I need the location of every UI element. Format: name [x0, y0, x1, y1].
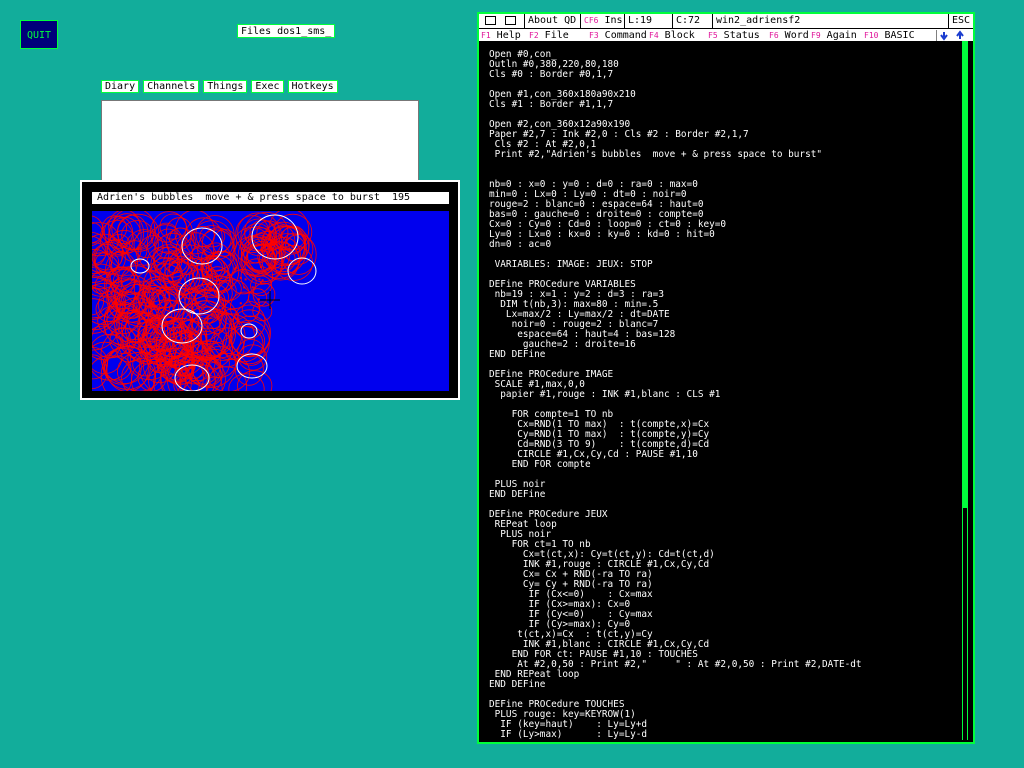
insert-label: Ins [604, 15, 623, 26]
insert-mode-button[interactable]: CF6 Ins [580, 14, 624, 28]
fkey-help[interactable]: F1 Help [481, 29, 521, 42]
hotkey-tabs: Diary Channels Things Exec Hotkeys [101, 80, 338, 93]
fkey-basic[interactable]: F10 BASIC [864, 29, 915, 42]
bubble-fragment [260, 266, 262, 269]
fkey-basic-key: F10 [864, 31, 879, 40]
fkey-block-key: F4 [649, 31, 659, 40]
fkey-word-key: F6 [769, 31, 779, 40]
editor-toolbar: About QD CF6 Ins L:19 C:72 win2_adriensf… [479, 14, 973, 28]
scroll-arrows-icon[interactable] [936, 30, 972, 41]
fkey-status[interactable]: F5 Status [708, 29, 760, 42]
bubbles-graphic [92, 211, 317, 391]
fkey-command-key: F3 [589, 31, 599, 40]
escape-button[interactable]: ESC [948, 14, 973, 28]
bubble-fragment [243, 286, 246, 289]
bubble-outline [92, 355, 133, 391]
fkey-status-key: F5 [708, 31, 718, 40]
fkey-again-key: F9 [811, 31, 821, 40]
tab-diary[interactable]: Diary [101, 80, 140, 93]
bubbles-canvas[interactable] [92, 211, 449, 391]
fkey-word-label: Word [784, 30, 809, 41]
tab-exec[interactable]: Exec [251, 80, 284, 93]
tab-hotkeys[interactable]: Hotkeys [287, 80, 338, 93]
fkey-word[interactable]: F6 Word [769, 29, 809, 42]
quit-button[interactable]: QUIT [20, 20, 58, 49]
fkey-help-label: Help [496, 30, 521, 41]
bubble-highlight [287, 257, 317, 285]
fkey-file-key: F2 [529, 31, 539, 40]
fkey-file-label: File [544, 30, 569, 41]
bubble-fragment [257, 298, 260, 301]
bubbles-title: Adrien's bubbles move + & press space to… [92, 192, 449, 204]
column-indicator: C:72 [672, 14, 712, 28]
bubble-outline [92, 325, 122, 360]
bubble-outline [205, 313, 255, 360]
fkey-command[interactable]: F3 Command [589, 29, 647, 42]
bubble-fragment [261, 279, 264, 282]
code-editor[interactable]: Open #0,con_ Outln #0,380,220,80,180 Cls… [489, 50, 963, 742]
filename-label: win2_adriensf2 [712, 14, 948, 28]
fkey-command-label: Command [604, 30, 647, 41]
bubble-fragment [251, 286, 254, 289]
fkey-block[interactable]: F4 Block [649, 29, 695, 42]
bubble-fragment [258, 278, 261, 281]
scrollbar-thumb[interactable] [963, 41, 967, 508]
files-button[interactable]: Files dos1_sms_ [237, 24, 336, 38]
fkey-block-label: Block [664, 30, 695, 41]
fkey-file[interactable]: F2 File [529, 29, 569, 42]
about-button[interactable]: About QD [524, 14, 580, 28]
line-indicator: L:19 [624, 14, 672, 28]
bubble-fragment [239, 302, 242, 305]
tab-things[interactable]: Things [203, 80, 248, 93]
function-key-bar: F1 Help F2 File F3 Command F4 Block F5 S… [479, 28, 973, 41]
fkey-again-label: Again [826, 30, 857, 41]
bubble-outline [164, 252, 198, 288]
blank-window [101, 100, 419, 182]
tab-channels[interactable]: Channels [143, 80, 200, 93]
bubbles-window: Adrien's bubbles move + & press space to… [80, 180, 460, 400]
insert-key: CF6 [584, 16, 599, 25]
bubble-fragment [234, 268, 236, 271]
scrollbar[interactable] [962, 41, 968, 740]
editor-window: About QD CF6 Ins L:19 C:72 win2_adriensf… [477, 12, 975, 744]
bubble-fragment [244, 278, 247, 281]
window-move-icon[interactable] [485, 16, 496, 25]
bubble-fragment [259, 281, 262, 284]
fkey-help-key: F1 [481, 31, 491, 40]
fkey-again[interactable]: F9 Again [811, 29, 857, 42]
window-resize-icon[interactable] [505, 16, 516, 25]
bubble-fragment [239, 276, 242, 279]
fkey-basic-label: BASIC [884, 30, 915, 41]
fkey-status-label: Status [723, 30, 760, 41]
